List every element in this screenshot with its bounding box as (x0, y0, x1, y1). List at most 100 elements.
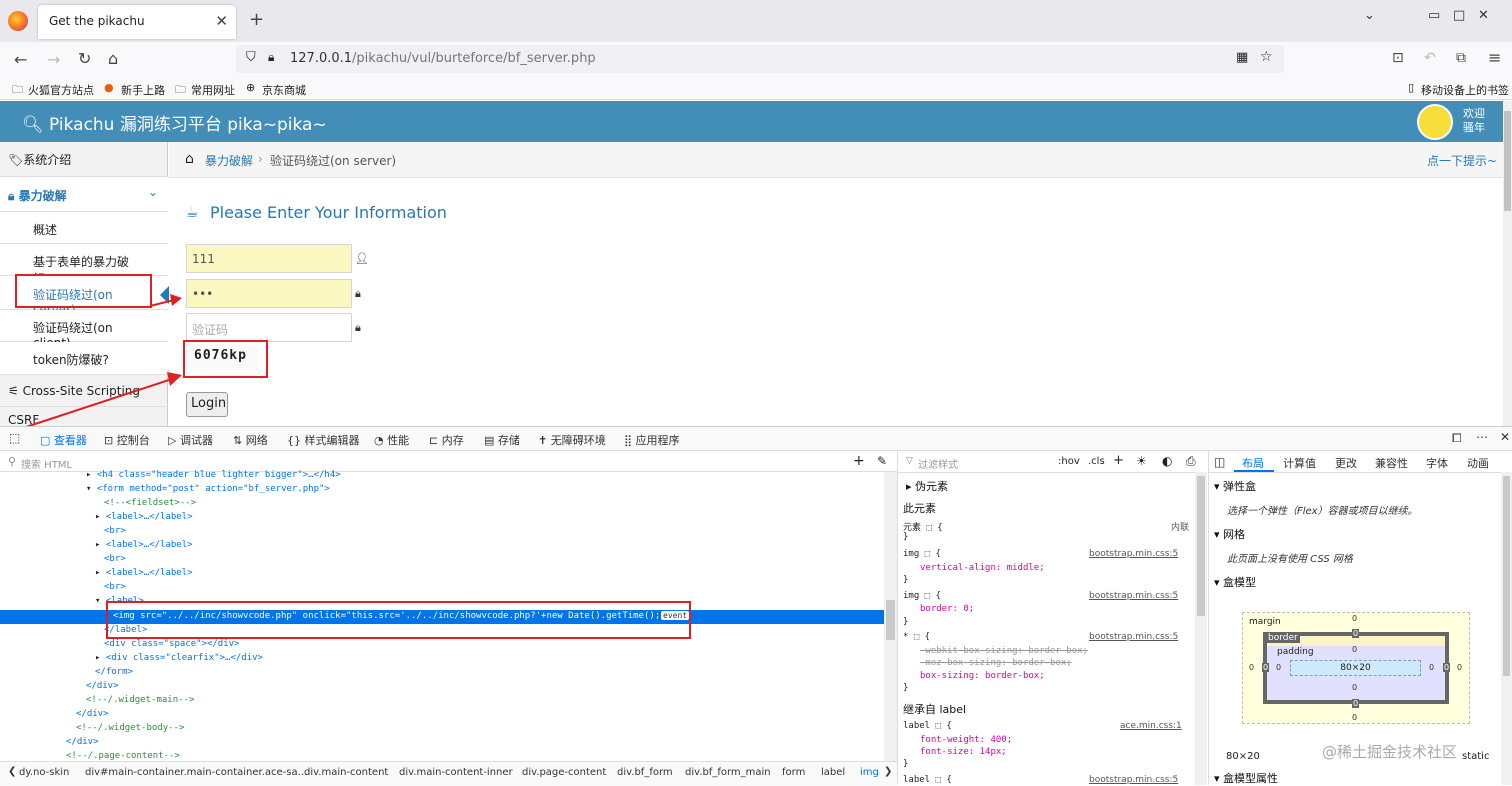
dom-crumb[interactable]: form (782, 767, 805, 778)
tab-network[interactable]: ⇅ 网络 (233, 432, 268, 448)
html-line[interactable]: ▸ <h4 class="header blue lighter bigger"… (86, 470, 341, 480)
html-line[interactable]: </div> (76, 709, 109, 719)
html-line[interactable]: ▸ <label>…</label> (95, 540, 193, 550)
rule-source[interactable]: bootstrap.min.css:5 (1089, 775, 1178, 785)
html-line[interactable]: </form> (95, 667, 133, 677)
tab-animations[interactable]: 动画 (1467, 455, 1489, 471)
tab-application[interactable]: ⣿ 应用程序 (624, 432, 680, 448)
rule-selector[interactable]: label ⬚ { (903, 721, 952, 731)
rule-selector[interactable]: label ⬚ { (903, 775, 952, 785)
hov-toggle[interactable]: :hov (1058, 456, 1080, 467)
html-line[interactable]: <br> (104, 582, 126, 592)
rule-declaration[interactable]: font-weight: 400; (920, 735, 1012, 745)
tab-changes[interactable]: 更改 (1335, 455, 1357, 471)
padding-top-value[interactable]: 0 (1352, 645, 1357, 654)
tab-compat[interactable]: 兼容性 (1375, 455, 1408, 471)
html-scrollbar[interactable] (884, 472, 897, 761)
rule-selector[interactable]: * ⬚ { (903, 632, 930, 642)
padding-bottom-value[interactable]: 0 (1352, 683, 1357, 692)
rule-declaration-overridden[interactable]: -moz-box-sizing: border-box; (920, 658, 1072, 668)
tab-style-editor[interactable]: {} 样式编辑器 (287, 432, 360, 448)
html-line[interactable]: <br> (104, 554, 126, 564)
margin-bottom-value[interactable]: 0 (1352, 713, 1357, 722)
rule-selector[interactable]: img ⬚ { (903, 549, 941, 559)
close-devtools-icon[interactable]: ✕ (1500, 430, 1510, 444)
html-line[interactable]: </div> (66, 737, 99, 747)
pseudo-elements-toggle[interactable]: ▸ 伪元素 (906, 478, 948, 494)
rule-source[interactable]: 内联 (1171, 520, 1189, 533)
html-line[interactable]: <div class="space"></div> (104, 639, 239, 649)
dom-crumb[interactable]: div.page-content (522, 767, 606, 778)
rule-source[interactable]: bootstrap.min.css:5 (1089, 632, 1178, 642)
rule-source[interactable]: bootstrap.min.css:5 (1089, 549, 1178, 559)
dom-crumb[interactable]: div.main-content-inner (399, 767, 513, 778)
add-node-icon[interactable]: + (853, 453, 865, 469)
dom-crumb[interactable]: div.bf_form_main (685, 767, 771, 778)
border-top-value[interactable]: 0 (1352, 629, 1360, 638)
html-line[interactable]: ▸ <label>…</label> (95, 512, 193, 522)
rule-declaration[interactable]: border: 0; (920, 604, 974, 614)
tab-performance[interactable]: ◔ 性能 (374, 432, 409, 448)
eyedropper-icon[interactable]: ✎ (877, 454, 887, 468)
html-line[interactable]: <br> (104, 526, 126, 536)
dom-crumb[interactable]: div.main-content (304, 767, 388, 778)
rule-declaration[interactable]: box-sizing: border-box; (920, 671, 1045, 681)
tab-inspector[interactable]: ▢ 查看器 (40, 432, 87, 448)
border-bottom-value[interactable]: 0 (1352, 699, 1360, 708)
tab-accessibility[interactable]: ✝ 无障碍环境 (538, 432, 606, 448)
boxmodel-section-toggle[interactable]: ▾ 盒模型 (1214, 574, 1256, 590)
dom-crumb[interactable]: label (821, 767, 845, 778)
margin-top-value[interactable]: 0 (1352, 614, 1357, 623)
sidebar-toggle-icon[interactable]: ◫ (1214, 455, 1225, 469)
dock-icon[interactable]: ⧠ (1452, 431, 1462, 446)
border-right-value[interactable]: 0 (1443, 663, 1451, 672)
rules-filter-input[interactable]: 过滤样式 (918, 456, 958, 471)
grid-section-toggle[interactable]: ▾ 网格 (1214, 526, 1245, 542)
rule-declaration[interactable]: vertical-align: middle; (920, 563, 1045, 573)
html-line[interactable]: <!--/.widget-body--> (76, 723, 184, 733)
rule-selector[interactable]: img ⬚ { (903, 591, 941, 601)
flexbox-section-toggle[interactable]: ▾ 弹性盒 (1214, 478, 1256, 494)
html-line[interactable]: <!--/.widget-main--> (86, 695, 194, 705)
boxmodel-props-toggle[interactable]: ▾ 盒模型属性 (1214, 770, 1278, 786)
cls-toggle[interactable]: .cls (1088, 456, 1105, 467)
html-line[interactable]: ▸ <label>…</label> (95, 568, 193, 578)
padding-left-value[interactable]: 0 (1276, 663, 1281, 672)
margin-left-value[interactable]: 0 (1249, 663, 1254, 672)
tab-computed[interactable]: 计算值 (1283, 455, 1316, 471)
rule-declaration-overridden[interactable]: -webkit-box-sizing: border-box; (920, 646, 1088, 656)
html-line[interactable]: ▾ <form method="post" action="bf_server.… (86, 484, 330, 494)
box-model-content[interactable]: 80×20 (1290, 660, 1421, 676)
dark-theme-icon[interactable]: ◐ (1162, 454, 1172, 468)
dom-crumb[interactable]: dy.no-skin (19, 767, 69, 778)
add-rule-icon[interactable]: + (1113, 453, 1124, 468)
padding-right-value[interactable]: 0 (1429, 663, 1434, 672)
dom-crumb[interactable]: div.bf_form (617, 767, 673, 778)
rule-source[interactable]: bootstrap.min.css:5 (1089, 591, 1178, 601)
crumb-prev-icon[interactable]: ❮ (8, 766, 16, 777)
rule-declaration[interactable]: font-size: 14px; (920, 747, 1007, 757)
rules-scrollbar[interactable] (1195, 472, 1207, 785)
rule-selector[interactable]: 元素 ⬚ { (903, 520, 943, 533)
layout-scrollbar[interactable] (1501, 472, 1512, 785)
tab-layout[interactable]: 布局 (1242, 455, 1264, 471)
margin-right-value[interactable]: 0 (1457, 663, 1462, 672)
html-line[interactable]: <!--/.page-content--> (66, 751, 180, 761)
dom-crumb-active[interactable]: img (860, 767, 879, 778)
html-search-input[interactable]: 搜索 HTML (21, 456, 72, 471)
tab-debugger[interactable]: ▷ 调试器 (168, 432, 213, 448)
element-picker-icon[interactable]: ⬚ (9, 431, 20, 445)
html-line[interactable]: </div> (86, 681, 119, 691)
tab-storage[interactable]: ▤ 存储 (484, 432, 520, 448)
tab-fonts[interactable]: 字体 (1426, 455, 1448, 471)
rule-source[interactable]: ace.min.css:1 (1120, 721, 1182, 731)
crumb-next-icon[interactable]: ❯ (884, 766, 892, 777)
dom-crumb[interactable]: div#main-container.main-container.ace-sa… (85, 767, 308, 778)
tab-memory[interactable]: ⊏ 内存 (429, 432, 464, 448)
border-left-value[interactable]: 0 (1262, 663, 1270, 672)
more-icon[interactable]: ⋯ (1476, 430, 1488, 444)
html-line[interactable]: <!--<fieldset>--> (104, 498, 196, 508)
tab-console[interactable]: ⊡ 控制台 (104, 432, 150, 448)
html-line[interactable]: ▸ <div class="clearfix">…</div> (95, 653, 263, 663)
light-theme-icon[interactable]: ☀ (1136, 454, 1147, 468)
